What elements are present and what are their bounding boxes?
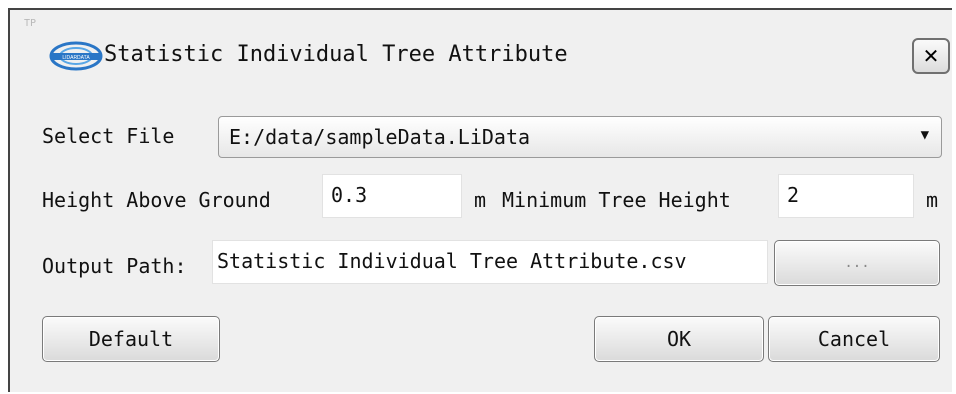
height-above-ground-label: Height Above Ground (42, 188, 271, 212)
height-above-ground-input[interactable]: 0.3 (322, 174, 462, 218)
select-file-value: E:/data/sampleData.LiData (229, 125, 531, 149)
browse-button-label: ... (844, 255, 870, 271)
min-tree-height-input[interactable]: 2 (778, 174, 914, 218)
dialog-window: TP LIDARDATA Statistic Individual Tree A… (8, 8, 952, 392)
dropdown-arrow-icon[interactable]: ▼ (921, 127, 929, 143)
logo-text: LIDARDATA (62, 55, 90, 61)
output-path-input[interactable]: Statistic Individual Tree Attribute.csv (212, 240, 768, 284)
default-button[interactable]: Default (42, 316, 220, 362)
browse-button[interactable]: ... (774, 240, 940, 286)
dialog-title: Statistic Individual Tree Attribute (104, 42, 568, 67)
app-logo-icon: LIDARDATA (49, 41, 103, 71)
default-button-label: Default (88, 327, 174, 351)
ok-button[interactable]: OK (594, 316, 764, 362)
close-button[interactable]: ✕ (912, 38, 950, 74)
height-unit-label: m (474, 188, 487, 212)
output-path-label: Output Path: (42, 254, 187, 278)
title-ghost-text: TP (24, 18, 37, 29)
close-icon: ✕ (922, 44, 940, 68)
cancel-button-label: Cancel (817, 327, 891, 351)
min-tree-height-label: Minimum Tree Height (502, 188, 731, 212)
ok-button-label: OK (666, 327, 692, 351)
select-file-label: Select File (42, 124, 175, 148)
cancel-button[interactable]: Cancel (768, 316, 940, 362)
min-height-unit-label: m (926, 188, 939, 212)
select-file-dropdown[interactable]: E:/data/sampleData.LiData ▼ (218, 116, 942, 158)
